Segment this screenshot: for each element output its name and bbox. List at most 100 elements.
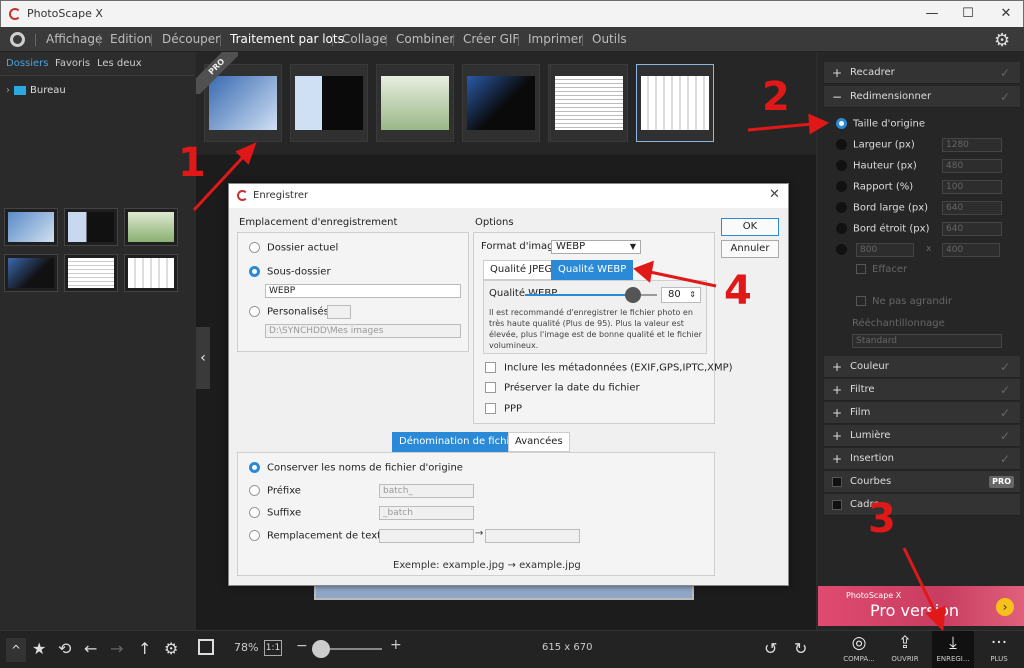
checkbox-ppp[interactable]: PPP [485, 403, 522, 415]
strip-thumbnail[interactable] [550, 64, 628, 142]
section-courbes[interactable]: Courbes PRO [824, 471, 1020, 493]
fit-screen-icon[interactable] [198, 639, 214, 655]
radio-bord-large[interactable]: Bord large (px) [836, 202, 928, 214]
check-icon[interactable]: ✓ [1000, 448, 1010, 470]
radio-bord-etroit[interactable]: Bord étroit (px) [836, 223, 929, 235]
menu-edition[interactable]: Edition [110, 27, 152, 52]
tab-qualite-webp[interactable]: Qualité WEBP [551, 260, 634, 280]
minimize-button[interactable]: — [917, 5, 947, 23]
section-insertion[interactable]: + Insertion ✓ [824, 448, 1020, 470]
rotate-right-icon[interactable]: ↻ [794, 639, 807, 658]
path-input[interactable]: D:\SYNCHDD\Mes images [265, 324, 461, 338]
effacer-checkbox[interactable]: Effacer [856, 264, 907, 275]
sous-dossier-input[interactable]: WEBP [265, 284, 461, 298]
arrow-up-icon[interactable]: ↑ [138, 639, 151, 658]
menu-collage[interactable]: Collage [342, 27, 387, 52]
largeur-input[interactable]: 1280 [942, 138, 1002, 152]
thumbnail[interactable] [124, 208, 178, 246]
strip-thumbnail[interactable] [376, 64, 454, 142]
zoom-slider-handle[interactable] [312, 640, 330, 658]
quality-slider-handle[interactable] [625, 287, 641, 303]
tab-avancees[interactable]: Avancées [508, 432, 570, 452]
bord-etroit-input[interactable]: 640 [942, 222, 1002, 236]
suffix-input[interactable]: _batch [379, 506, 474, 520]
section-filtre[interactable]: + Filtre ✓ [824, 379, 1020, 401]
section-lumiere[interactable]: + Lumière ✓ [824, 425, 1020, 447]
prefix-input[interactable]: batch_ [379, 484, 474, 498]
dialog-close-icon[interactable]: ✕ [769, 187, 780, 202]
thumbnail[interactable] [4, 254, 58, 292]
radio-prefixe[interactable]: Préfixe [249, 485, 301, 497]
radio-taille-origine[interactable]: Taille d'origine [836, 118, 925, 130]
checkbox-preserve-date[interactable]: Préserver la date du fichier [485, 382, 640, 394]
check-icon[interactable]: ✓ [1000, 379, 1010, 401]
pro-version-banner[interactable]: PhotoScape X Pro version › [818, 586, 1024, 626]
menu-traitement-par-lots[interactable]: Traitement par lots [230, 27, 344, 52]
compare-button[interactable]: ◎ COMPA... [838, 631, 880, 668]
rapport-input[interactable]: 100 [942, 180, 1002, 194]
radio-largeur[interactable]: Largeur (px) [836, 139, 915, 151]
settings-gear-icon[interactable]: ⚙ [994, 30, 1010, 51]
menu-outils[interactable]: Outils [592, 27, 627, 52]
radio-dossier-actuel[interactable]: Dossier actuel [249, 242, 338, 254]
refresh-icon[interactable]: ⟲ [58, 639, 71, 658]
format-select[interactable]: WEBP ▼ [551, 240, 641, 254]
section-couleur[interactable]: + Couleur ✓ [824, 356, 1020, 378]
save-button[interactable]: ⤓ ENREGI... [932, 631, 974, 668]
ne-pas-agrandir-checkbox[interactable]: Ne pas agrandir [856, 296, 952, 307]
menu-creer-gif[interactable]: Créer GIF [463, 27, 519, 52]
checkbox-metadata[interactable]: Inclure les métadonnées (EXIF,GPS,IPTC,X… [485, 362, 733, 374]
strip-thumbnail-selected[interactable] [636, 64, 714, 142]
home-logo-icon[interactable] [10, 32, 25, 47]
radio-custom-size[interactable] [836, 244, 853, 256]
thumbnail[interactable] [64, 208, 118, 246]
browse-button[interactable] [327, 305, 351, 319]
ratio-button[interactable]: 1:1 [264, 640, 282, 656]
custom-width-input[interactable]: 800 [856, 243, 914, 257]
chevron-right-icon[interactable]: › [996, 598, 1014, 616]
radio-remplacement[interactable]: Remplacement de texte [249, 530, 387, 542]
bord-large-input[interactable]: 640 [942, 201, 1002, 215]
section-recadrer[interactable]: + Recadrer ✓ [824, 62, 1020, 84]
tab-dossiers[interactable]: Dossiers [6, 58, 49, 69]
replace-to-input[interactable] [485, 529, 580, 543]
tab-favoris[interactable]: Favoris [55, 58, 90, 69]
replace-from-input[interactable] [379, 529, 474, 543]
rotate-left-icon[interactable]: ↺ [764, 639, 777, 658]
tab-qualite-jpeg[interactable]: Qualité JPEG [483, 260, 560, 280]
zoom-in-icon[interactable]: + [390, 637, 402, 653]
expand-chevron-icon[interactable]: › [6, 85, 10, 96]
section-film[interactable]: + Film ✓ [824, 402, 1020, 424]
radio-personalises[interactable]: Personalisés [249, 306, 329, 318]
check-icon[interactable]: ✓ [1000, 62, 1010, 84]
chevron-up-icon[interactable]: ^ [6, 638, 26, 662]
tab-denomination[interactable]: Dénomination de fichier [392, 432, 527, 452]
check-icon[interactable]: ✓ [1000, 425, 1010, 447]
strip-thumbnail[interactable] [462, 64, 540, 142]
radio-suffixe[interactable]: Suffixe [249, 507, 301, 519]
thumbnail[interactable] [124, 254, 178, 292]
section-redimensionner[interactable]: − Redimensionner ✓ [824, 86, 1020, 108]
more-button[interactable]: ··· PLUS [978, 631, 1020, 668]
arrow-right-icon[interactable]: → [110, 639, 123, 658]
cancel-button[interactable]: Annuler [721, 240, 779, 258]
collapse-panel-chevron-icon[interactable]: ‹ [196, 327, 210, 389]
menu-decouper[interactable]: Découper [162, 27, 220, 52]
hauteur-input[interactable]: 480 [942, 159, 1002, 173]
thumbnail[interactable] [4, 208, 58, 246]
radio-hauteur[interactable]: Hauteur (px) [836, 160, 917, 172]
thumbnail[interactable] [64, 254, 118, 292]
tab-les-deux[interactable]: Les deux [97, 58, 142, 69]
star-icon[interactable]: ★ [32, 639, 46, 658]
stepper-arrows-icon[interactable]: ⇕ [689, 288, 696, 302]
section-cadre[interactable]: Cadre [824, 494, 1020, 516]
radio-conserver-noms[interactable]: Conserver les noms de fichier d'origine [249, 462, 463, 474]
maximize-button[interactable]: ☐ [953, 5, 983, 23]
tree-item-bureau[interactable]: › Bureau [6, 85, 66, 96]
check-icon[interactable]: ✓ [1000, 402, 1010, 424]
radio-rapport[interactable]: Rapport (%) [836, 181, 913, 193]
zoom-out-icon[interactable]: − [296, 638, 308, 654]
quality-stepper[interactable]: 80 ⇕ [661, 287, 701, 303]
arrow-left-icon[interactable]: ← [84, 639, 97, 658]
strip-thumbnail[interactable] [290, 64, 368, 142]
